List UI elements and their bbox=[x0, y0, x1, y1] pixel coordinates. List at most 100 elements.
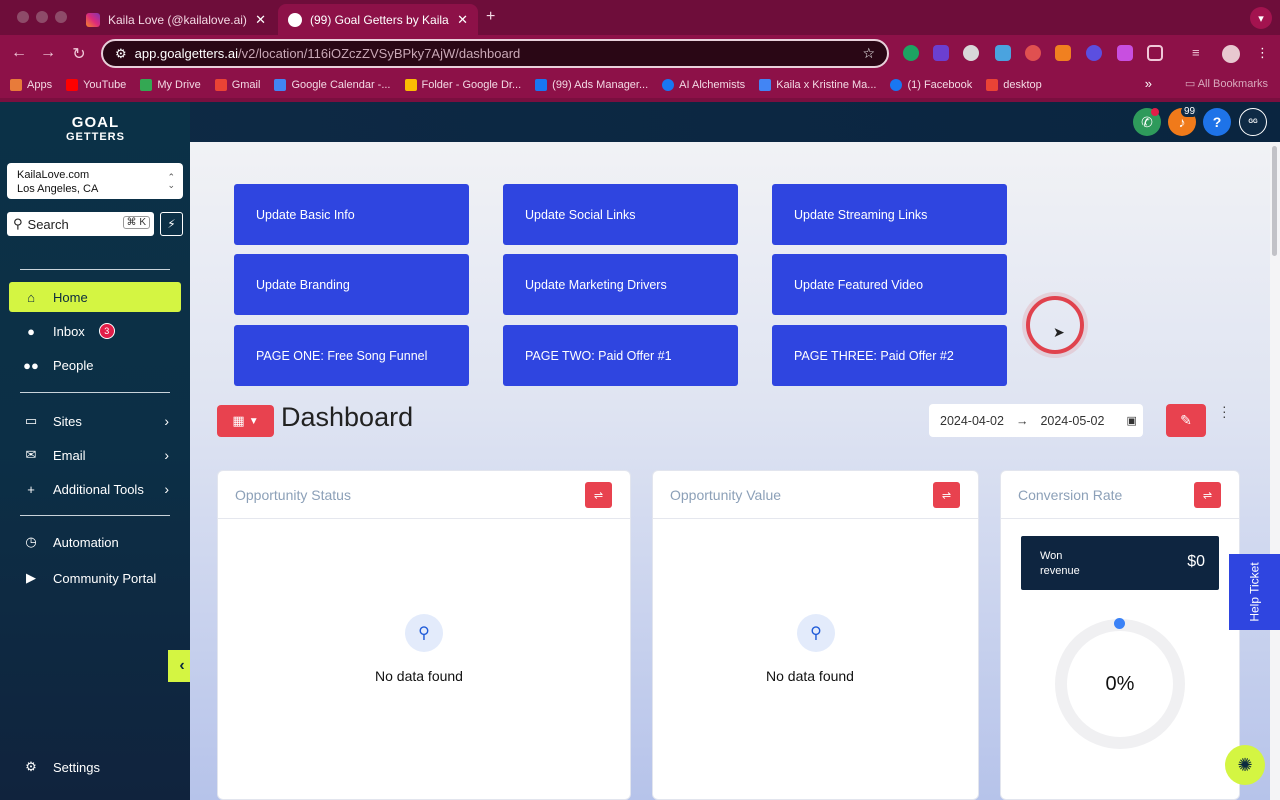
back-icon[interactable]: ← bbox=[9, 44, 29, 62]
profile-avatar[interactable] bbox=[1222, 45, 1240, 63]
date-end: 2024-05-02 bbox=[1040, 413, 1105, 428]
close-tab-icon[interactable]: ✕ bbox=[457, 12, 468, 28]
gmail-icon bbox=[986, 79, 999, 91]
quick-actions-bolt-icon[interactable]: ⚡ bbox=[160, 212, 183, 236]
address-bar[interactable]: ⚙ app.goalgetters.ai/v2/location/116iOZc… bbox=[101, 39, 889, 68]
play-icon: ▶ bbox=[26, 570, 36, 585]
bookmark-apps[interactable]: Apps bbox=[10, 79, 52, 91]
location-name: KailaLove.com bbox=[17, 169, 90, 181]
drive-icon bbox=[140, 79, 153, 91]
search-input[interactable]: ⚲ Search ⌘ K bbox=[7, 212, 154, 236]
update-featured-video-button[interactable]: Update Featured Video bbox=[772, 254, 1007, 315]
extension-icon[interactable] bbox=[933, 45, 949, 61]
sliders-icon: ⇌ bbox=[941, 489, 952, 502]
card-title: Opportunity Status bbox=[235, 486, 351, 503]
maximize-window-button[interactable] bbox=[55, 11, 67, 23]
bookmark-star-icon[interactable]: ☆ bbox=[862, 45, 875, 62]
page-title: Dashboard bbox=[281, 402, 414, 432]
forward-icon[interactable]: → bbox=[38, 44, 58, 62]
update-streaming-links-button[interactable]: Update Streaming Links bbox=[772, 184, 1007, 245]
bookmark-youtube[interactable]: YouTube bbox=[66, 79, 126, 91]
folder-icon: ▭ bbox=[1184, 78, 1198, 90]
help-icon[interactable]: ? bbox=[1203, 108, 1231, 136]
minimize-window-button[interactable] bbox=[36, 11, 48, 23]
filter-button[interactable]: ⇌ bbox=[1194, 482, 1221, 508]
update-branding-button[interactable]: Update Branding bbox=[234, 254, 469, 315]
sidebar-item-automation[interactable]: ◷ Automation bbox=[9, 527, 181, 557]
inbox-count-badge: 3 bbox=[98, 323, 115, 339]
folder-icon bbox=[404, 79, 417, 91]
bookmark-facebook[interactable]: (1) Facebook bbox=[890, 79, 972, 91]
sliders-icon: ⇌ bbox=[1202, 489, 1213, 502]
bookmark-folder-drive[interactable]: Folder - Google Dr... bbox=[404, 79, 521, 91]
more-options-icon[interactable]: · · · bbox=[1222, 399, 1227, 423]
update-social-links-button[interactable]: Update Social Links bbox=[503, 184, 738, 245]
instagram-icon bbox=[86, 12, 100, 27]
bookmark-google-calendar[interactable]: Google Calendar -... bbox=[274, 79, 391, 91]
app-header bbox=[0, 102, 1280, 142]
divider bbox=[20, 515, 170, 516]
gear-icon: ⚙ bbox=[25, 759, 37, 774]
apps-grid-icon bbox=[10, 79, 22, 91]
goal-getters-logo[interactable]: GOAL GETTERS bbox=[66, 115, 125, 144]
sidebar-item-home[interactable]: ⌂ Home bbox=[9, 282, 181, 312]
scrollbar-thumb[interactable] bbox=[1272, 146, 1277, 256]
tab-instagram[interactable]: Kaila Love (@kailalove.ai) • In ✕ bbox=[76, 4, 276, 35]
help-ticket-tab[interactable]: Help Ticket bbox=[1229, 554, 1280, 630]
extension-icon[interactable] bbox=[903, 45, 919, 61]
sidebar-item-additional-tools[interactable]: + Additional Tools › bbox=[9, 474, 181, 504]
account-avatar[interactable]: GG bbox=[1239, 108, 1267, 136]
update-marketing-drivers-button[interactable]: Update Marketing Drivers bbox=[503, 254, 738, 315]
new-tab-button[interactable]: + bbox=[486, 8, 495, 26]
sidebar-item-email[interactable]: ✉ Email › bbox=[9, 440, 181, 470]
bookmark-ai-alchemists[interactable]: AI Alchemists bbox=[662, 79, 745, 91]
sidebar-item-community-portal[interactable]: ▶ Community Portal bbox=[9, 563, 181, 593]
support-widget-icon[interactable]: ✺ bbox=[1225, 745, 1265, 785]
page-one-button[interactable]: PAGE ONE: Free Song Funnel bbox=[234, 325, 469, 386]
people-icon: ●● bbox=[23, 357, 39, 373]
location-switcher[interactable]: KailaLove.com Los Angeles, CA ⌃ ⌄ bbox=[7, 163, 183, 199]
sidebar-item-people[interactable]: ●● People bbox=[9, 350, 181, 380]
extension-icon[interactable] bbox=[1117, 45, 1133, 61]
main-scrollbar[interactable] bbox=[1270, 142, 1280, 800]
page-two-button[interactable]: PAGE TWO: Paid Offer #1 bbox=[503, 325, 738, 386]
conversion-percent: 0% bbox=[1105, 672, 1135, 695]
dashboard-switcher-button[interactable]: ▦ ▼ bbox=[217, 405, 274, 437]
sidebar-item-sites[interactable]: ▭ Sites › bbox=[9, 406, 181, 436]
edit-dashboard-button[interactable]: ✎ bbox=[1166, 404, 1206, 437]
close-tab-icon[interactable]: ✕ bbox=[255, 12, 266, 28]
chevron-right-icon: › bbox=[164, 413, 169, 429]
reading-list-icon[interactable]: ≡ bbox=[1192, 45, 1208, 61]
date-range-picker[interactable]: 2024-04-02 → 2024-05-02 ▣ bbox=[929, 404, 1143, 437]
reload-icon[interactable]: ↻ bbox=[69, 44, 89, 64]
tab-goal-getters[interactable]: (99) Goal Getters by Kaila Lo ✕ bbox=[278, 4, 478, 35]
sidebar-item-settings[interactable]: ⚙ Settings bbox=[9, 752, 159, 782]
tab-search-icon[interactable]: ▾ bbox=[1250, 7, 1272, 29]
announcement-dot bbox=[1151, 108, 1159, 116]
more-bookmarks-icon[interactable]: » bbox=[1145, 76, 1152, 91]
card-title: Conversion Rate bbox=[1018, 486, 1123, 503]
extension-icon[interactable] bbox=[1025, 45, 1041, 61]
conversion-gauge: 0% bbox=[1055, 619, 1185, 749]
update-basic-info-button[interactable]: Update Basic Info bbox=[234, 184, 469, 245]
bookmark-kaila-kristine[interactable]: Kaila x Kristine Ma... bbox=[759, 79, 876, 91]
extension-icon[interactable] bbox=[995, 45, 1011, 61]
browser-menu-icon[interactable]: ⋮ bbox=[1256, 45, 1272, 61]
sidebar-item-inbox[interactable]: ● Inbox 3 bbox=[9, 316, 181, 346]
bookmark-desktop[interactable]: desktop bbox=[986, 79, 1042, 91]
bookmark-gmail[interactable]: Gmail bbox=[214, 79, 260, 91]
site-info-icon[interactable]: ⚙ bbox=[115, 46, 127, 62]
divider bbox=[20, 392, 170, 393]
laptop-icon: ▭ bbox=[24, 413, 38, 428]
bookmark-ads-manager[interactable]: (99) Ads Manager... bbox=[535, 79, 648, 91]
page-three-button[interactable]: PAGE THREE: Paid Offer #2 bbox=[772, 325, 1007, 386]
close-window-button[interactable] bbox=[17, 11, 29, 23]
filter-button[interactable]: ⇌ bbox=[933, 482, 960, 508]
extension-icon[interactable] bbox=[963, 45, 979, 61]
all-bookmarks[interactable]: ▭ All Bookmarks bbox=[1185, 77, 1268, 90]
extension-icon[interactable] bbox=[1055, 45, 1071, 61]
filter-button[interactable]: ⇌ bbox=[585, 482, 612, 508]
extension-icon[interactable] bbox=[1086, 45, 1102, 61]
bookmark-my-drive[interactable]: My Drive bbox=[140, 79, 201, 91]
puzzle-icon[interactable] bbox=[1147, 45, 1163, 61]
